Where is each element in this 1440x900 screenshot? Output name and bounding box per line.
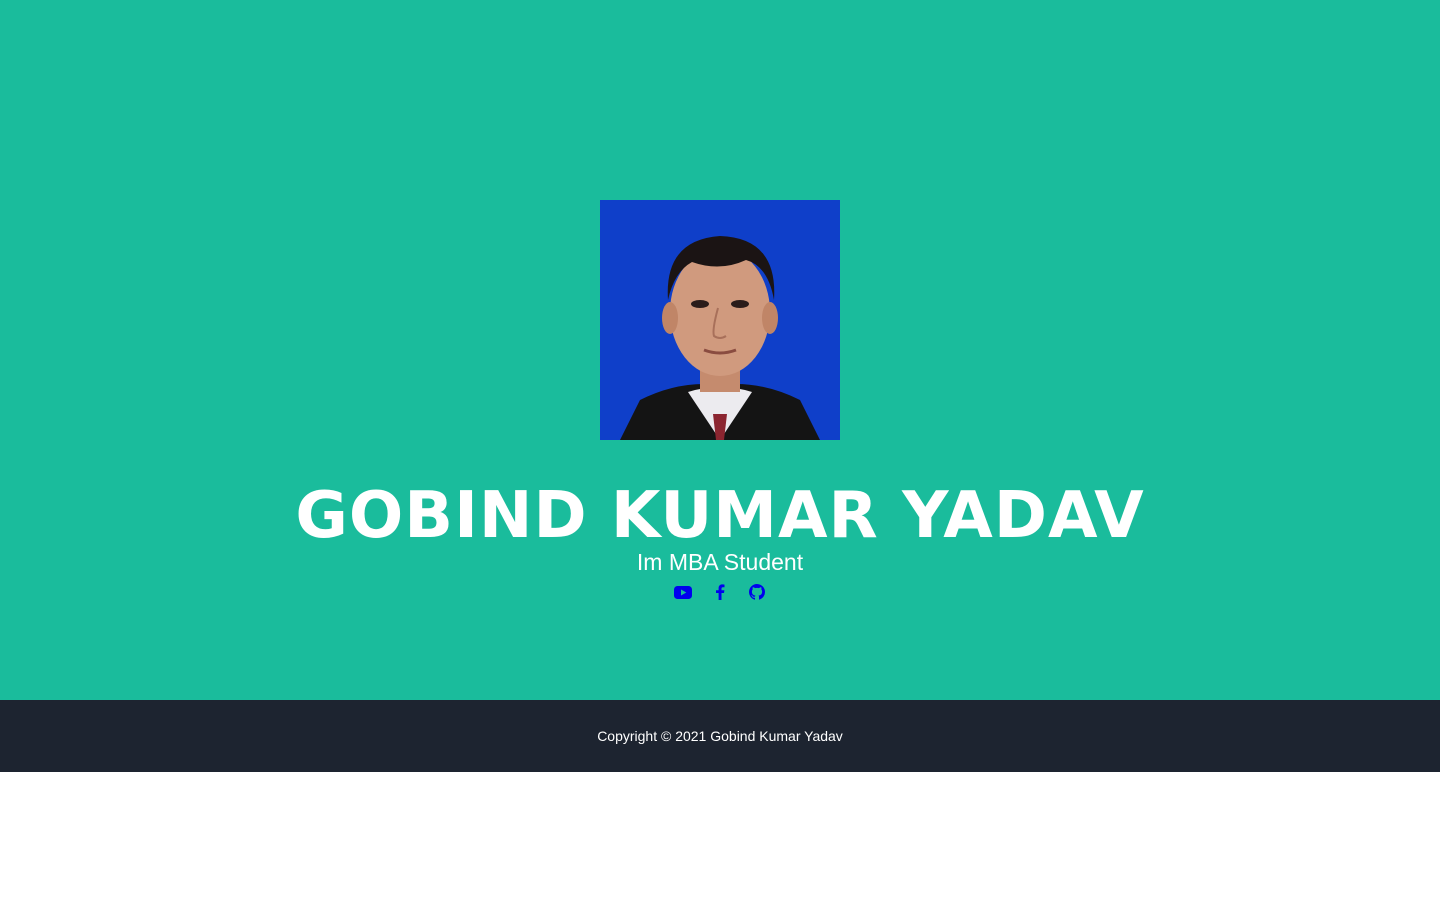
footer: Copyright © 2021 Gobind Kumar Yadav xyxy=(0,700,1440,772)
github-icon xyxy=(749,584,765,600)
facebook-link[interactable] xyxy=(711,580,729,604)
hero-section: GOBIND KUMAR YADAV Im MBA Student xyxy=(0,0,1440,700)
copyright-text: Copyright © 2021 Gobind Kumar Yadav xyxy=(597,728,843,744)
youtube-link[interactable] xyxy=(674,580,692,604)
youtube-icon xyxy=(674,585,692,599)
github-link[interactable] xyxy=(748,580,766,604)
tagline: Im MBA Student xyxy=(636,549,804,575)
profile-photo-illustration xyxy=(600,200,840,440)
profile-photo xyxy=(600,200,840,440)
facebook-icon xyxy=(716,584,725,600)
social-links xyxy=(0,580,1440,604)
